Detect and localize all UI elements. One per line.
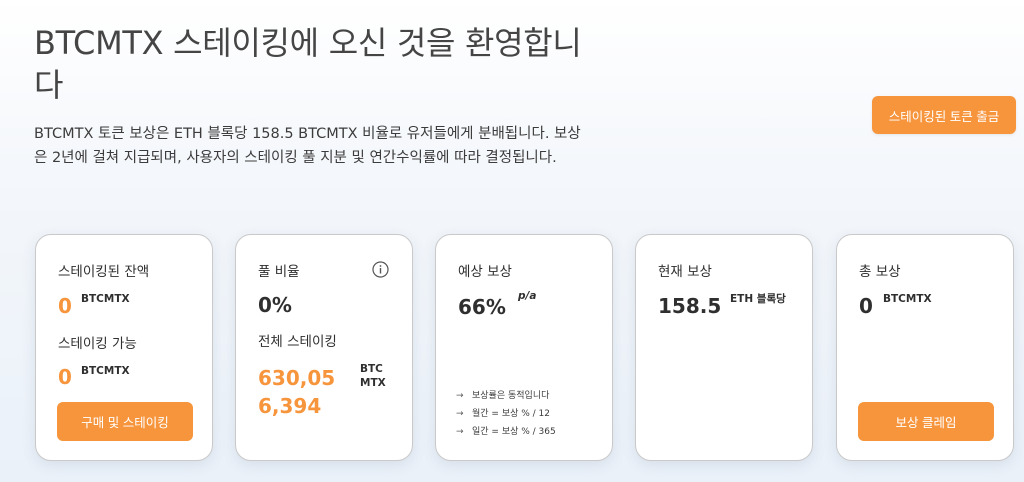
pool-share-card: 풀 비율 0% 전체 스테이킹 630,05 6,394 BTC MTX (235, 234, 413, 461)
claim-rewards-button[interactable]: 보상 클레임 (858, 402, 994, 441)
total-staked-value-line1: 630,05 (258, 366, 336, 390)
reward-note-item: → 보상률은 동적입니다 (456, 387, 556, 405)
staked-balance-card: 스테이킹된 잔액 0 BTCMTX 스테이킹 가능 0 BTCMTX 구매 및 … (35, 234, 213, 461)
staked-balance-label: 스테이킹된 잔액 (58, 264, 150, 280)
staked-balance-value: 0 (58, 294, 72, 318)
page-title: BTCMTX 스테이킹에 오신 것을 환영합니다 (34, 24, 582, 104)
current-reward-value: 158.5 (658, 294, 722, 318)
reward-note-text: 일간 = 보상 % / 365 (472, 427, 556, 437)
arrow-right-icon: → (456, 427, 464, 437)
withdraw-staked-tokens-button[interactable]: 스테이킹된 토큰 출금 (872, 96, 1016, 134)
total-reward-label: 총 보상 (859, 264, 901, 280)
total-staked-label: 전체 스테이킹 (258, 334, 337, 350)
arrow-right-icon: → (456, 391, 464, 401)
reward-note-text: 보상률은 동적입니다 (472, 391, 550, 401)
total-staked-value-line2: 6,394 (258, 394, 322, 418)
expected-reward-card: 예상 보상 66% p/a → 보상률은 동적입니다 → 월간 = 보상 % /… (435, 234, 613, 461)
total-staked-unit-line2: MTX (360, 377, 386, 389)
available-to-stake-value: 0 (58, 365, 72, 389)
current-reward-card: 현재 보상 158.5 ETH 블록당 (635, 234, 813, 461)
reward-note-item: → 일간 = 보상 % / 365 (456, 423, 556, 441)
expected-reward-label: 예상 보상 (458, 264, 512, 280)
expected-reward-value: 66% (458, 295, 506, 319)
total-reward-value: 0 (859, 294, 873, 318)
pool-share-value: 0% (258, 293, 292, 317)
pool-share-label: 풀 비율 (258, 264, 300, 280)
reward-note-item: → 월간 = 보상 % / 12 (456, 405, 556, 423)
staked-balance-unit: BTCMTX (81, 293, 130, 305)
available-to-stake-label: 스테이킹 가능 (58, 336, 137, 352)
arrow-right-icon: → (456, 409, 464, 419)
reward-note-text: 월간 = 보상 % / 12 (472, 409, 551, 419)
info-icon[interactable] (372, 261, 389, 278)
buy-and-stake-button[interactable]: 구매 및 스테이킹 (57, 402, 193, 441)
expected-reward-suffix: p/a (518, 290, 537, 302)
total-reward-unit: BTCMTX (883, 293, 932, 305)
total-reward-card: 총 보상 0 BTCMTX 보상 클레임 (836, 234, 1014, 461)
current-reward-label: 현재 보상 (658, 264, 712, 280)
total-staked-unit-line1: BTC (360, 363, 383, 375)
reward-notes-list: → 보상률은 동적입니다 → 월간 = 보상 % / 12 → 일간 = 보상 … (456, 387, 556, 441)
current-reward-unit: ETH 블록당 (730, 293, 786, 305)
intro-description: BTCMTX 토큰 보상은 ETH 블록당 158.5 BTCMTX 비율로 유… (34, 126, 581, 166)
available-to-stake-unit: BTCMTX (81, 365, 130, 377)
